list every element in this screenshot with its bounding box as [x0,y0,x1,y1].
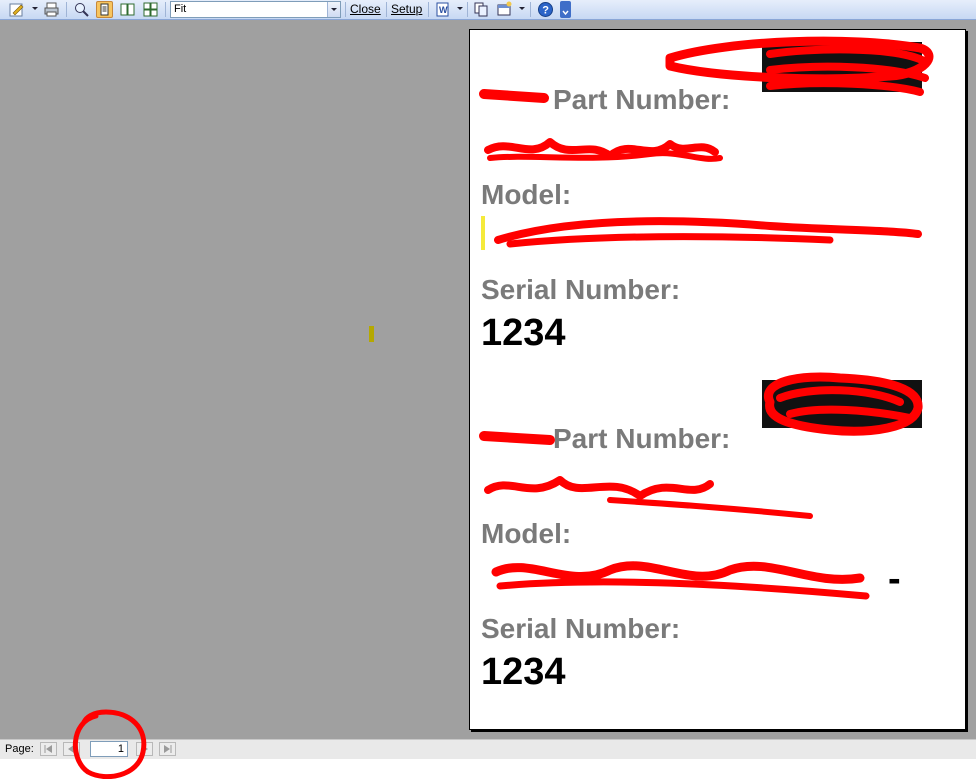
serial-number-label: Serial Number: [481,613,681,644]
preview-workspace: Part Number: Model: Serial Number: 1234 … [0,20,976,739]
export-dropdown-icon[interactable] [457,7,463,10]
copy-icon[interactable] [473,1,490,18]
edit-report-icon[interactable] [9,1,26,18]
page-number-input[interactable]: 1 [90,741,128,757]
serial-number-label: Serial Number: [481,274,681,305]
new-window-icon[interactable] [496,1,513,18]
model-value-tail: - [888,558,901,600]
last-page-icon [164,745,172,753]
zoom-select-value: Fit [174,3,187,15]
export-word-icon[interactable]: W [434,1,451,18]
multiple-pages-icon[interactable] [142,1,159,18]
last-page-button[interactable] [159,742,176,756]
find-icon[interactable] [73,1,90,18]
report-toolbar: Fit Close Setup W ? [0,0,976,20]
first-page-icon [44,745,52,753]
serial-number-value: 1234 [481,312,566,354]
print-icon[interactable] [43,1,60,18]
report-page: Part Number: Model: Serial Number: 1234 … [469,29,966,730]
edit-dropdown-icon[interactable] [32,7,38,10]
caret-marker [369,326,374,342]
help-icon[interactable]: ? [537,1,554,18]
model-label: Model: [481,518,572,549]
highlight-mark [481,216,485,250]
previous-page-button[interactable] [63,742,80,756]
serial-number-value: 1234 [481,651,566,693]
first-page-button[interactable] [40,742,57,756]
setup-button[interactable]: Setup [391,1,422,18]
model-label: Model: [481,179,572,210]
page-navigation-bar: Page: 1 [0,739,976,759]
toolbar-overflow-icon[interactable] [560,1,571,18]
redacted-logo-block [762,380,922,428]
previous-page-icon [68,745,74,753]
zoom-select[interactable]: Fit [170,1,341,18]
redacted-logo-block [762,42,922,92]
part-number-label: Part Number: [553,84,731,115]
next-page-icon [142,745,148,753]
chevron-down-icon[interactable] [327,2,340,17]
two-pages-icon[interactable] [119,1,136,18]
next-page-button[interactable] [136,742,153,756]
single-page-icon[interactable] [96,1,113,18]
svg-text:W: W [439,5,448,15]
page-label: Page: [5,743,34,755]
close-button[interactable]: Close [350,1,381,18]
part-number-label: Part Number: [553,423,731,454]
window-dropdown-icon[interactable] [519,7,525,10]
svg-text:?: ? [542,5,549,17]
